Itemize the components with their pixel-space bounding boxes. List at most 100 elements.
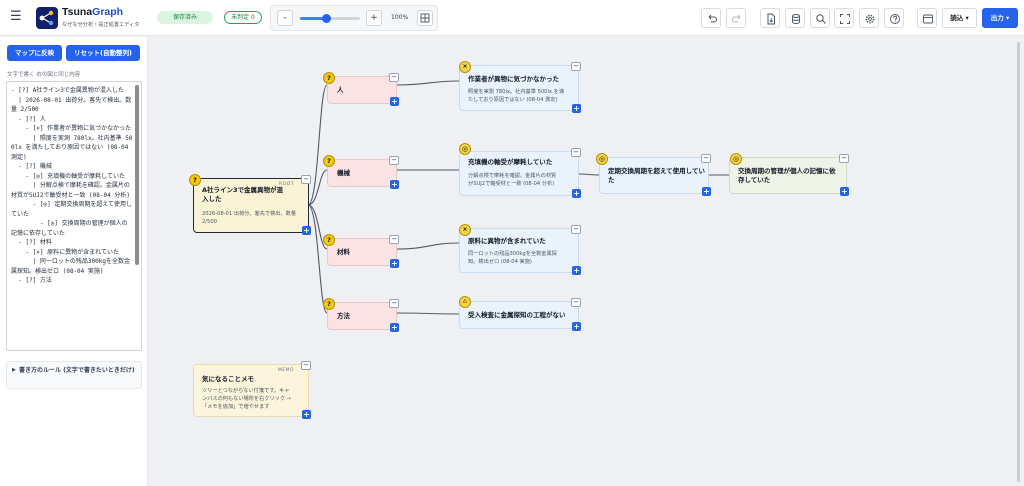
node-title: 受入検査に金属探知の工程がない <box>468 311 566 319</box>
add-child-button[interactable]: + <box>572 266 581 275</box>
category-node-material[interactable]: 材料 − + <box>327 235 399 268</box>
link-method-inspection <box>396 312 460 315</box>
menu-icon[interactable]: ☰ <box>10 10 22 24</box>
read-menu-button[interactable]: 読込 ▾ <box>942 8 977 28</box>
zoom-in-button[interactable]: + <box>366 10 382 26</box>
add-child-button[interactable]: + <box>390 180 399 189</box>
outline-text-editor[interactable]: - [?] A社ライン3で金属異物が混入した | 2026-08-01 出荷分。… <box>6 81 142 351</box>
root-description-line1: 2026-08-01 出荷分。客先で検出。数量 <box>202 211 297 217</box>
status-confirmed-icon[interactable]: ◎ <box>596 153 608 165</box>
zoom-out-button[interactable]: - <box>277 10 293 26</box>
category-node-machine[interactable]: 機械 − + <box>327 156 399 189</box>
apply-to-map-button[interactable]: マップに反映 <box>7 45 62 61</box>
search-button[interactable] <box>810 8 830 28</box>
status-unknown-icon[interactable]: ? <box>323 155 335 167</box>
collapse-button[interactable]: − <box>701 154 711 163</box>
cause-node-personal-memory[interactable]: 交換周期の管理が個人の記憶に依 存していた − + <box>729 154 849 196</box>
settings-button[interactable] <box>859 8 879 28</box>
collapse-button[interactable]: − <box>389 156 399 165</box>
cause-node-bearing[interactable]: 充填機の軸受が摩耗していた 分解点検で摩耗を確認。金属片の材質 がSUJ2で軸受… <box>459 148 581 198</box>
collapse-button[interactable]: − <box>571 148 581 157</box>
grid-toggle-button[interactable] <box>417 10 433 26</box>
category-title: 機械 <box>337 169 350 177</box>
editor-scrollbar[interactable] <box>135 85 139 265</box>
saved-status-badge: 保存済み <box>157 11 213 24</box>
root-title-line1: A社ライン3で金属異物が混 <box>202 186 284 194</box>
grid-icon <box>420 13 430 23</box>
collapse-button[interactable]: − <box>301 175 311 184</box>
redo-button[interactable] <box>726 8 746 28</box>
add-child-button[interactable]: + <box>302 226 311 235</box>
app-subtitle: なぜなぜ分析・是正処置エディタ <box>62 22 140 28</box>
add-child-button[interactable]: + <box>840 187 849 196</box>
cause-node-raw-material[interactable]: 原料に異物が含まれていた 同一ロットの残品300kgを全数金属探 知。検出ゼロ … <box>459 225 581 275</box>
add-child-button[interactable]: + <box>390 323 399 332</box>
reset-auto-layout-button[interactable]: リセット(自動整列) <box>66 45 140 61</box>
status-unknown-icon[interactable]: ? <box>323 72 335 84</box>
node-description-line1: 同一ロットの残品300kgを全数金属探 <box>468 251 557 257</box>
memo-title: 気になることメモ <box>202 375 254 383</box>
help-button[interactable] <box>884 8 904 28</box>
memo-tag: MEMO <box>277 368 294 373</box>
canvas-scrollbar[interactable] <box>1017 42 1020 482</box>
writing-rules-label: 書き方のルール (文字で書きたいときだけ) <box>19 367 135 374</box>
collapse-button[interactable]: − <box>571 225 581 234</box>
panel-toggle-button[interactable] <box>917 8 937 28</box>
undecided-count-badge[interactable]: 未判定 0 <box>224 11 262 24</box>
cause-node-worker[interactable]: 作業者が異物に気づかなかった 照度を実測 780lx。社内基準 500lx を満… <box>459 62 581 113</box>
category-title: 人 <box>337 86 344 94</box>
status-confirmed-icon[interactable]: ◎ <box>459 143 471 155</box>
node-title-line2: た <box>608 176 615 184</box>
outline-text[interactable]: - [?] A社ライン3で金属異物が混入した | 2026-08-01 出荷分。… <box>11 86 133 286</box>
category-node-human[interactable]: 人 − + <box>327 73 399 106</box>
link-human-worker <box>396 80 460 86</box>
status-unknown-icon[interactable]: ? <box>323 298 335 310</box>
collapse-button[interactable]: − <box>389 235 399 244</box>
add-child-button[interactable]: + <box>572 104 581 113</box>
database-button[interactable] <box>785 8 805 28</box>
status-rejected-icon[interactable]: × <box>459 224 471 236</box>
add-child-button[interactable]: + <box>390 259 399 268</box>
writing-rules-toggle[interactable]: ▶ 書き方のルール (文字で書きたいときだけ) <box>6 361 142 389</box>
collapse-button[interactable]: − <box>571 62 581 71</box>
fit-screen-icon <box>840 14 850 24</box>
collapse-button[interactable]: − <box>571 298 581 307</box>
node-description-line1: 照度を実測 780lx。社内基準 500lx を満 <box>468 89 565 95</box>
collapse-button[interactable]: − <box>389 73 399 82</box>
cause-node-inspection[interactable]: 受入検査に金属探知の工程がない − + <box>459 298 581 331</box>
memo-sticky-note[interactable]: MEMO 気になることメモ ツリーとつながらない付箋です。キャ ンバスの何もない… <box>193 361 311 419</box>
collapse-button[interactable]: − <box>839 154 849 163</box>
undo-button[interactable] <box>701 8 721 28</box>
add-child-button[interactable]: + <box>572 322 581 331</box>
status-rejected-icon[interactable]: × <box>459 61 471 73</box>
status-warning-icon[interactable]: ⚠ <box>459 296 471 308</box>
add-child-button[interactable]: + <box>302 410 311 419</box>
status-unknown-icon[interactable]: ? <box>189 174 201 186</box>
map-canvas[interactable]: ROOT A社ライン3で金属異物が混 入した 2026-08-01 出荷分。客先… <box>149 37 1024 486</box>
export-menu-button[interactable]: 出力 ▾ <box>982 8 1018 28</box>
cause-node-replacement-cycle[interactable]: 定期交換周期を超えて使用してい た − + <box>599 154 711 196</box>
zoom-slider[interactable] <box>300 14 360 23</box>
node-description-line2: がSUJ2で軸受材と一致 (08-04 分析) <box>468 181 555 187</box>
node-title-line2: 存していた <box>738 176 771 184</box>
undo-icon <box>708 14 717 23</box>
export-file-icon <box>767 13 775 25</box>
fit-screen-button[interactable] <box>834 8 854 28</box>
caret-right-icon: ▶ <box>12 367 16 373</box>
node-title-line1: 定期交換周期を超えて使用してい <box>608 167 705 175</box>
collapse-button[interactable]: − <box>301 361 311 370</box>
category-node-method[interactable]: 方法 − + <box>327 299 399 332</box>
gear-icon <box>865 14 875 24</box>
collapse-button[interactable]: − <box>389 299 399 308</box>
export-file-button[interactable] <box>760 8 780 28</box>
node-description-line1: 分解点検で摩耗を確認。金属片の材質 <box>468 173 557 179</box>
zoom-slider-knob[interactable] <box>321 14 331 23</box>
status-confirmed-icon[interactable]: ◎ <box>730 153 742 165</box>
add-child-button[interactable]: + <box>572 189 581 198</box>
add-child-button[interactable]: + <box>390 97 399 106</box>
text-editor-sidebar: マップに反映 リセット(自動整列) 文字で書く 右の図と同じ内容 - [?] A… <box>0 37 148 486</box>
status-unknown-icon[interactable]: ? <box>323 234 335 246</box>
root-problem-node[interactable]: ROOT A社ライン3で金属異物が混 入した 2026-08-01 出荷分。客先… <box>193 175 311 235</box>
add-child-button[interactable]: + <box>702 187 711 196</box>
node-title-line1: 交換周期の管理が個人の記憶に依 <box>738 167 836 175</box>
